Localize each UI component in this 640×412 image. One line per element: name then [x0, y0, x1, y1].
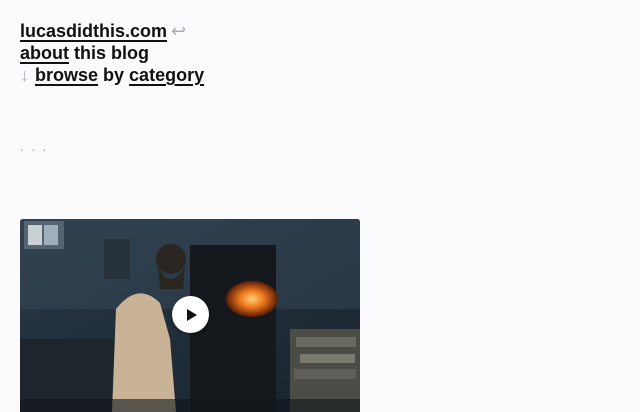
site-header: lucasdidthis.com ↩ about this blog ↓ brows… — [20, 20, 204, 86]
down-arrow-icon: ↓ — [20, 65, 29, 85]
header-line-browse: ↓ browse by category — [20, 64, 204, 86]
category-link[interactable]: category — [129, 65, 204, 85]
about-suffix-text: this blog — [69, 43, 149, 63]
play-icon — [186, 308, 197, 321]
by-text: by — [98, 65, 130, 85]
play-button[interactable] — [172, 296, 209, 333]
post-ellipsis: . . . — [20, 139, 49, 154]
browse-link[interactable]: browse — [35, 65, 98, 85]
about-link[interactable]: about — [20, 43, 69, 63]
header-line-home: lucasdidthis.com ↩ — [20, 20, 204, 42]
video-player[interactable] — [20, 219, 360, 412]
page: lucasdidthis.com ↩ about this blog ↓ brows… — [0, 0, 640, 412]
site-home-link[interactable]: lucasdidthis.com — [20, 21, 167, 41]
return-arrow-icon: ↩ — [171, 21, 187, 41]
header-line-about: about this blog — [20, 42, 204, 64]
